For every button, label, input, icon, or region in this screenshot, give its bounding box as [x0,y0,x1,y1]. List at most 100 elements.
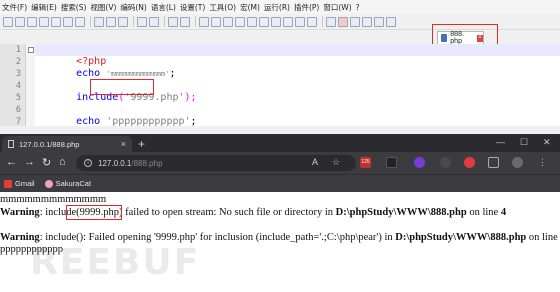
output-line-1: mmmmmmmmmmmmm [0,194,107,205]
warning-text: : include(): Failed opening '9999.php' f… [39,232,396,243]
save-all-icon[interactable] [39,16,49,27]
extension-game-icon[interactable] [386,157,397,168]
menu-macro[interactable]: 宏(M) [240,2,260,13]
function-list-icon[interactable] [295,16,305,27]
close-window-icon[interactable]: ✕ [543,137,551,148]
sync-scroll-icon[interactable] [223,16,233,27]
forward-icon[interactable]: → [24,156,35,168]
warning-label: Warning [0,232,40,243]
extension-purple-icon[interactable] [414,157,425,168]
new-tab-button[interactable]: + [138,137,145,151]
record-macro-icon[interactable] [338,16,348,27]
indent-guide-icon[interactable] [271,16,281,27]
run-macro-multiple-icon[interactable] [374,16,384,27]
back-icon[interactable]: ← [6,156,17,168]
document-icon [8,140,14,148]
extension-badge-icon[interactable]: 125 [360,157,371,168]
play-macro-icon[interactable] [362,16,372,27]
replace-icon[interactable] [180,16,190,27]
notepadpp-window: 文件(F) 编辑(E) 搜索(S) 视图(V) 编码(N) 语言(L) 设置(T… [0,0,560,134]
profile-avatar-icon[interactable] [512,157,523,168]
menu-run[interactable]: 运行(R) [264,2,290,13]
warning-text: on line [526,232,558,243]
menu-tools[interactable]: 工具(O) [209,2,236,13]
warning-line-number: 4 [500,207,507,218]
monitoring-icon[interactable] [326,16,336,27]
toolbar-divider [322,16,323,27]
string-literal: 'mmmmmmmmmmmmm' [106,70,170,78]
favorite-star-icon[interactable]: ☆ [332,157,343,168]
line-number: 6 [15,105,21,115]
fold-collapse-icon[interactable] [28,47,34,53]
stop-macro-icon[interactable] [350,16,360,27]
bookmark-gmail[interactable]: Gmail [4,179,35,188]
toolbar-divider [90,16,91,27]
browser-tab[interactable]: 127.0.0.1/888.php × [2,136,132,152]
menu-encoding[interactable]: 编码(N) [120,2,146,13]
zoom-out-icon[interactable] [211,16,221,27]
extension-circle-icon[interactable] [440,157,451,168]
paste-icon[interactable] [118,16,128,27]
bookmark-sakuracat[interactable]: SakuraCat [44,179,91,188]
menu-view[interactable]: 视图(V) [90,2,116,13]
output-line-last: pppppppppppp [0,244,63,255]
editor-status-gap [0,126,560,134]
close-all-icon[interactable] [63,16,73,27]
copy-icon[interactable] [106,16,116,27]
new-file-icon[interactable] [3,16,13,27]
fold-margin [26,44,35,126]
toolbar-divider [195,16,196,27]
menu-dots-icon[interactable]: ⋮ [538,157,549,168]
menu-help[interactable]: ? [356,3,360,12]
folder-workspace-icon[interactable] [307,16,317,27]
zoom-in-icon[interactable] [199,16,209,27]
save-macro-icon[interactable] [386,16,396,27]
extension-red-icon[interactable] [464,157,475,168]
url-host: 127.0.0.1 [98,158,132,168]
menu-window[interactable]: 窗口(W) [323,2,351,13]
line-number-gutter: 1 2 3 4 5 6 7 [0,44,26,127]
minimize-icon[interactable]: — [496,137,505,147]
close-file-icon[interactable] [51,16,61,27]
menu-edit[interactable]: 编辑(E) [31,2,57,13]
find-icon[interactable] [168,16,178,27]
redo-icon[interactable] [149,16,159,27]
code-editor[interactable]: 1 2 3 4 5 6 7 <?php echo 'mmmmmmmmmmmmm'… [0,44,560,134]
menu-language[interactable]: 语言(L) [151,2,176,13]
open-file-icon[interactable] [15,16,25,27]
close-tab-icon[interactable]: × [121,139,126,149]
read-aloud-icon[interactable]: A [312,157,323,168]
home-icon[interactable]: ⌂ [59,156,66,168]
warning-line-2: Warning: include(): Failed opening '9999… [0,232,558,243]
show-all-chars-icon[interactable] [259,16,269,27]
menu-file[interactable]: 文件(F) [2,2,27,13]
menu-bar: 文件(F) 编辑(E) 搜索(S) 视图(V) 编码(N) 语言(L) 设置(T… [0,0,560,14]
site-info-icon[interactable]: i [84,159,92,167]
bookmarks-bar: Gmail SakuraCat [0,174,560,192]
word-wrap-icon[interactable] [247,16,257,27]
undo-icon[interactable] [137,16,147,27]
semicolon: ; [169,68,176,79]
warning-path: D:\phpStudy\WWW\888.php [395,232,527,243]
browser-tab-title: 127.0.0.1/888.php [19,139,80,149]
warning-label: Warning [0,207,40,218]
browser-window: 127.0.0.1/888.php × + — ☐ ✕ ← → ↻ ⌂ i 12… [0,134,560,192]
menu-search[interactable]: 搜索(S) [61,2,87,13]
cut-icon[interactable] [94,16,104,27]
menu-settings[interactable]: 设置(T) [180,2,205,13]
bookmark-label: Gmail [15,179,35,188]
print-icon[interactable] [75,16,85,27]
maximize-icon[interactable]: ☐ [520,137,528,148]
extensions-puzzle-icon[interactable] [488,157,499,168]
save-icon[interactable] [27,16,37,27]
gmail-icon [4,179,12,188]
menu-plugins[interactable]: 插件(P) [294,2,319,13]
line-number: 5 [15,93,21,103]
reload-icon[interactable]: ↻ [42,156,51,169]
sync-h-scroll-icon[interactable] [235,16,245,27]
navigation-bar: ← → ↻ ⌂ i 127.0.0.1/888.php A ☆ 125 ⋮ [0,152,560,174]
doc-map-icon[interactable] [283,16,293,27]
url-path: /888.php [131,158,163,168]
line-number: 1 [15,45,21,55]
echo-keyword: echo [76,68,101,79]
